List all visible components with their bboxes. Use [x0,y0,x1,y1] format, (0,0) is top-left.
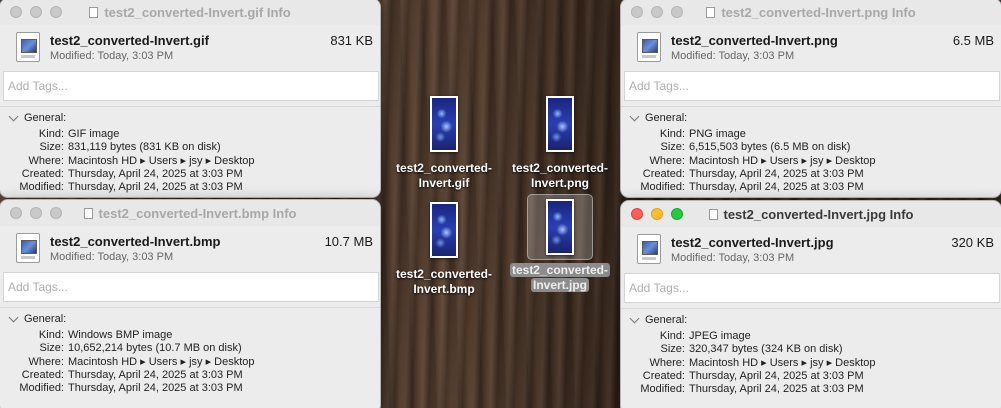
desktop-icon-label: test2_converted- Invert.bmp [395,267,493,296]
file-size: 6.5 MB [952,33,994,48]
window-title: test2_converted-Invert.png Info [621,5,1001,20]
modified-row: Modified: Thursday, April 24, 2025 at 3:0… [640,181,864,194]
document-icon [706,7,716,18]
image-thumbnail [527,194,593,260]
info-window-png[interactable]: test2_converted-Invert.png Info test2_co… [620,0,1001,198]
desktop-icon-label: test2_converted- Invert.gif [395,161,493,190]
file-modified: Modified: Today, 3:03 PM [671,252,795,264]
general-section-toggle[interactable]: General: [0,307,380,329]
file-size: 10.7 MB [324,234,373,249]
chevron-down-icon [629,111,640,122]
general-section-toggle[interactable]: General: [621,308,1001,330]
size-row: Size: 320,347 bytes (324 KB on disk) [660,343,843,356]
tags-input[interactable] [624,71,1000,101]
created-row: Created: Thursday, April 24, 2025 at 3:03… [642,369,864,382]
image-file-icon [16,32,40,62]
window-titlebar[interactable]: test2_converted-Invert.jpg Info [621,201,1001,227]
desktop-icon-jpg[interactable]: test2_converted- Invert.jpg [508,194,612,293]
where-row: Where: Macintosh HD ▸ Users ▸ jsy ▸ Deskt… [649,154,876,167]
image-thumbnail [411,92,477,158]
general-section-toggle[interactable]: General: [621,106,1001,128]
where-row: Where: Macintosh HD ▸ Users ▸ jsy ▸ Deskt… [649,356,876,369]
section-label: General: [24,112,67,124]
desktop-icon-png[interactable]: test2_converted- Invert.png [508,92,612,191]
modified-row: Modified: Thursday, April 24, 2025 at 3:0… [19,181,243,194]
tags-input[interactable] [624,273,1000,303]
created-row: Created: Thursday, April 24, 2025 at 3:03… [21,167,243,180]
kind-row: Kind: PNG image [659,128,746,140]
file-modified: Modified: Today, 3:03 PM [671,50,795,62]
kind-row: Kind: JPEG image [659,330,751,342]
tags-input[interactable] [3,272,379,302]
image-file-icon [637,32,661,62]
general-section-toggle[interactable]: General: [0,106,380,128]
window-titlebar[interactable]: test2_converted-Invert.gif Info [0,0,380,25]
size-row: Size: 831,119 bytes (831 KB on disk) [39,141,221,154]
section-label: General: [645,112,688,124]
window-title: test2_converted-Invert.gif Info [0,5,380,20]
kind-row: Kind: GIF image [38,128,120,140]
info-window-gif[interactable]: test2_converted-Invert.gif Info test2_co… [0,0,381,198]
file-modified: Modified: Today, 3:03 PM [50,50,174,62]
image-thumbnail [411,198,477,264]
size-row: Size: 10,652,214 bytes (10.7 MB on disk) [39,342,242,355]
chevron-down-icon [8,111,19,122]
section-label: General: [24,313,67,325]
window-title: test2_converted-Invert.bmp Info [0,206,380,221]
window-titlebar[interactable]: test2_converted-Invert.bmp Info [0,200,380,226]
modified-row: Modified: Thursday, April 24, 2025 at 3:0… [640,383,864,396]
info-window-jpg[interactable]: test2_converted-Invert.jpg Info test2_co… [620,200,1001,408]
file-size: 831 KB [330,33,373,48]
desktop-icon-label: test2_converted- Invert.png [511,161,609,190]
window-titlebar[interactable]: test2_converted-Invert.png Info [621,0,1001,25]
window-title: test2_converted-Invert.jpg Info [621,207,1001,222]
file-name: test2_converted-Invert.jpg [671,235,834,250]
chevron-down-icon [629,313,640,324]
modified-row: Modified: Thursday, April 24, 2025 at 3:0… [19,382,243,395]
kind-row: Kind: Windows BMP image [38,329,173,341]
created-row: Created: Thursday, April 24, 2025 at 3:03… [642,167,864,180]
created-row: Created: Thursday, April 24, 2025 at 3:03… [21,368,243,381]
size-row: Size: 6,515,503 bytes (6.5 MB on disk) [660,141,851,154]
file-modified: Modified: Today, 3:03 PM [50,251,174,263]
file-size: 320 KB [951,235,994,250]
image-file-icon [637,234,661,264]
image-thumbnail [527,92,593,158]
image-file-icon [16,233,40,263]
desktop-icon-label: test2_converted- Invert.jpg [509,263,611,292]
file-name: test2_converted-Invert.gif [50,33,209,48]
file-name: test2_converted-Invert.bmp [50,234,221,249]
document-icon [83,208,93,219]
where-row: Where: Macintosh HD ▸ Users ▸ jsy ▸ Deskt… [28,154,255,167]
tags-input[interactable] [3,71,379,101]
desktop-icon-gif[interactable]: test2_converted- Invert.gif [392,92,496,191]
info-window-bmp[interactable]: test2_converted-Invert.bmp Info test2_co… [0,199,381,408]
desktop-icon-bmp[interactable]: test2_converted- Invert.bmp [392,198,496,297]
chevron-down-icon [8,312,19,323]
where-row: Where: Macintosh HD ▸ Users ▸ jsy ▸ Deskt… [28,355,255,368]
document-icon [708,209,718,220]
file-name: test2_converted-Invert.png [671,33,838,48]
document-icon [89,7,99,18]
section-label: General: [645,314,688,326]
